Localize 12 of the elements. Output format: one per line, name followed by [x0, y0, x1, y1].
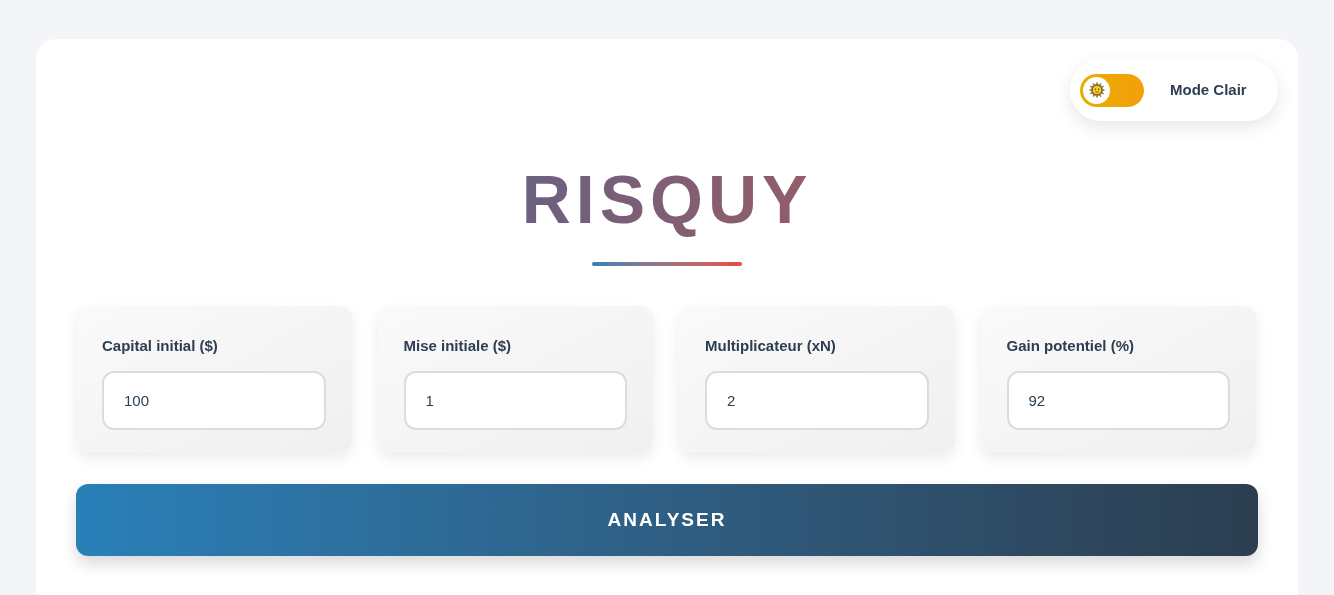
field-label: Capital initial ($): [102, 336, 219, 356]
theme-label: Mode Clair: [1170, 79, 1247, 100]
field-label: Gain potentiel (%): [1006, 336, 1135, 356]
input-field[interactable]: 1: [403, 370, 627, 430]
analyze-button[interactable]: ANALYSER: [76, 484, 1258, 556]
sun-icon: [1088, 82, 1105, 98]
theme-toggle[interactable]: [1080, 73, 1144, 107]
input-field[interactable]: 100: [102, 370, 326, 430]
input-field[interactable]: 2: [705, 370, 929, 430]
field-label: Multiplicateur (xN): [705, 336, 837, 356]
field-label: Mise initiale ($): [403, 336, 513, 356]
input-field[interactable]: 92: [1006, 370, 1230, 430]
